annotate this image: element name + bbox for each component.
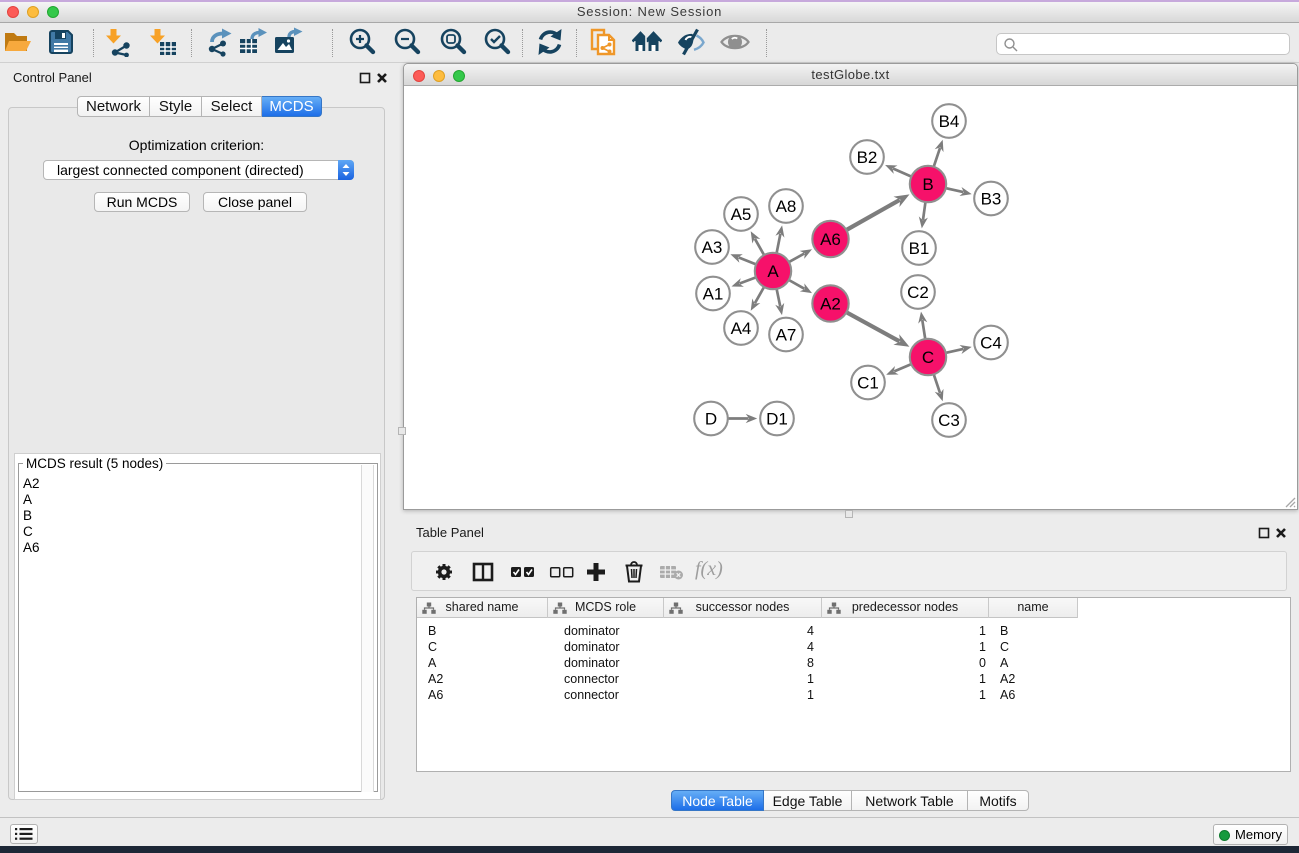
- svg-text:B3: B3: [981, 190, 1002, 209]
- svg-text:A5: A5: [731, 205, 752, 224]
- svg-text:D: D: [705, 410, 717, 429]
- svg-text:A6: A6: [820, 230, 841, 249]
- svg-text:A2: A2: [820, 295, 841, 314]
- svg-text:B1: B1: [909, 239, 930, 258]
- svg-text:C2: C2: [907, 283, 929, 302]
- svg-text:A1: A1: [703, 285, 724, 304]
- svg-text:B: B: [922, 175, 933, 194]
- svg-text:A3: A3: [702, 238, 723, 257]
- svg-text:B2: B2: [857, 148, 878, 167]
- svg-text:C: C: [922, 348, 934, 367]
- svg-text:C1: C1: [857, 374, 879, 393]
- svg-text:A8: A8: [776, 197, 797, 216]
- svg-text:B4: B4: [939, 112, 960, 131]
- svg-text:C4: C4: [980, 334, 1002, 353]
- svg-text:A4: A4: [731, 319, 752, 338]
- svg-text:D1: D1: [766, 410, 788, 429]
- svg-text:A: A: [767, 262, 779, 281]
- svg-text:A7: A7: [776, 326, 797, 345]
- svg-text:C3: C3: [938, 411, 960, 430]
